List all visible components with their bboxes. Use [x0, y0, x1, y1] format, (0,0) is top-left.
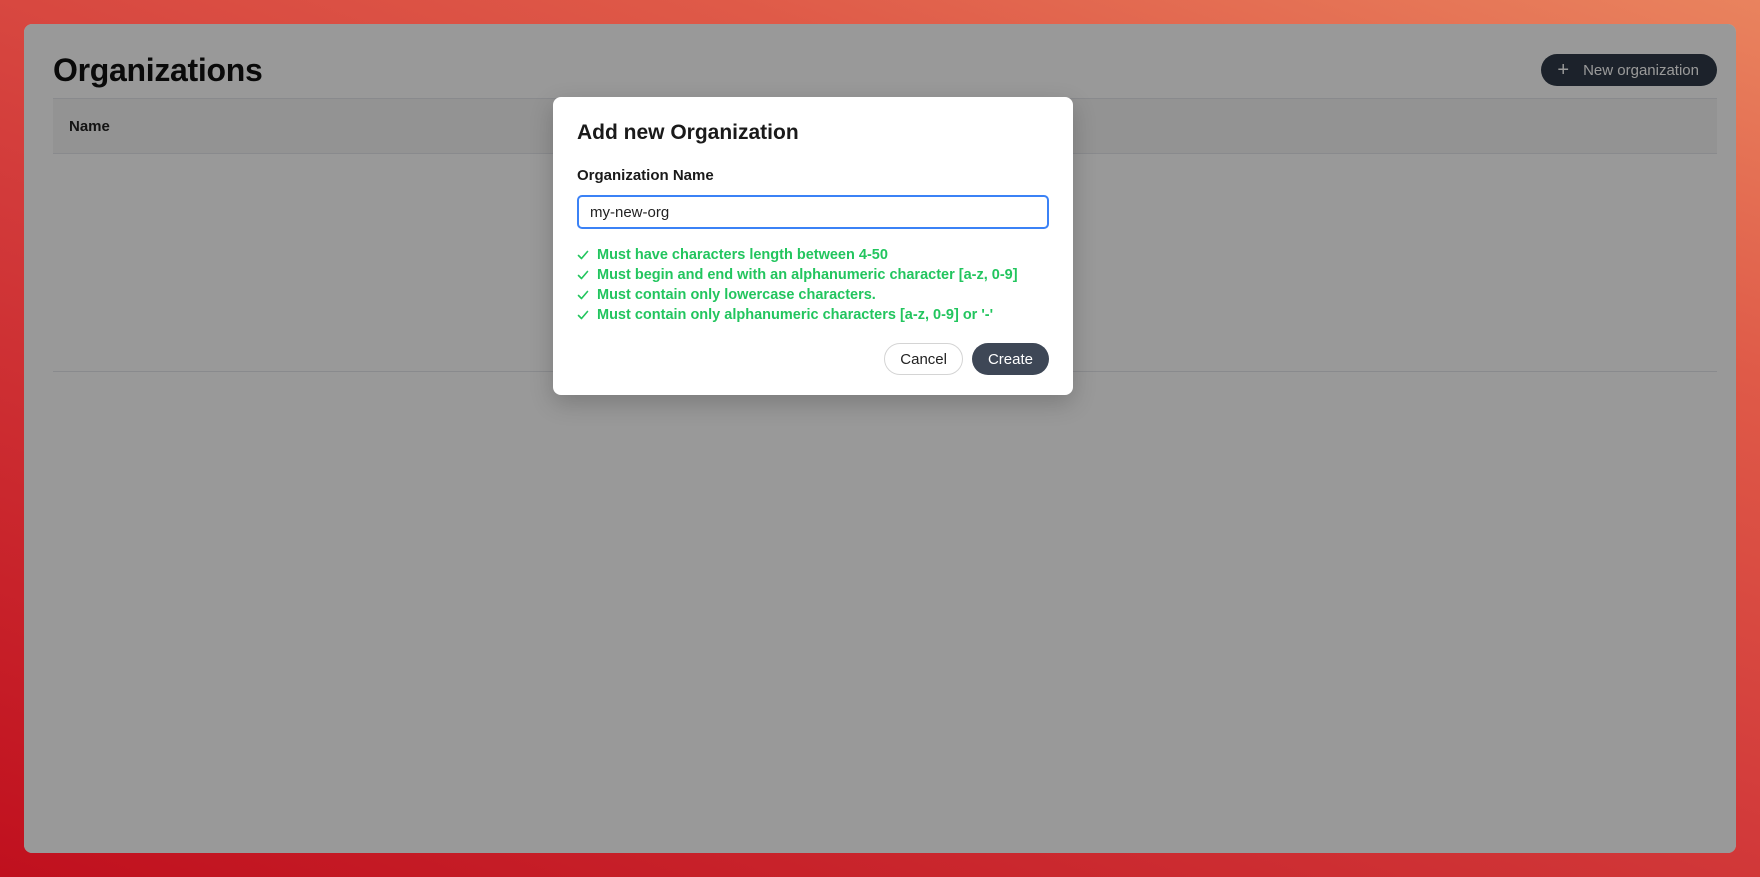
- organization-name-input[interactable]: [577, 195, 1049, 229]
- validation-rule: Must begin and end with an alphanumeric …: [577, 265, 1049, 285]
- validation-rule-text: Must contain only alphanumeric character…: [597, 307, 994, 323]
- dialog-title: Add new Organization: [577, 121, 799, 144]
- create-button[interactable]: Create: [971, 343, 1049, 375]
- check-icon: [577, 289, 589, 301]
- check-icon: [577, 249, 589, 261]
- add-organization-dialog: Add new Organization Organization Name M…: [553, 97, 1073, 395]
- validation-rule: Must contain only lowercase characters.: [577, 285, 1049, 305]
- validation-rule: Must have characters length between 4-50: [577, 245, 1049, 265]
- app-window: Organizations + New organization Name Ad…: [24, 24, 1736, 853]
- validation-rules: Must have characters length between 4-50…: [577, 245, 1049, 325]
- dialog-actions: Cancel Create: [884, 343, 1049, 375]
- check-icon: [577, 309, 589, 321]
- validation-rule-text: Must have characters length between 4-50: [597, 247, 888, 263]
- validation-rule-text: Must contain only lowercase characters.: [597, 287, 876, 303]
- validation-rule: Must contain only alphanumeric character…: [577, 305, 1049, 325]
- cancel-button[interactable]: Cancel: [884, 343, 963, 375]
- organization-name-label: Organization Name: [577, 167, 714, 184]
- validation-rule-text: Must begin and end with an alphanumeric …: [597, 267, 1018, 283]
- check-icon: [577, 269, 589, 281]
